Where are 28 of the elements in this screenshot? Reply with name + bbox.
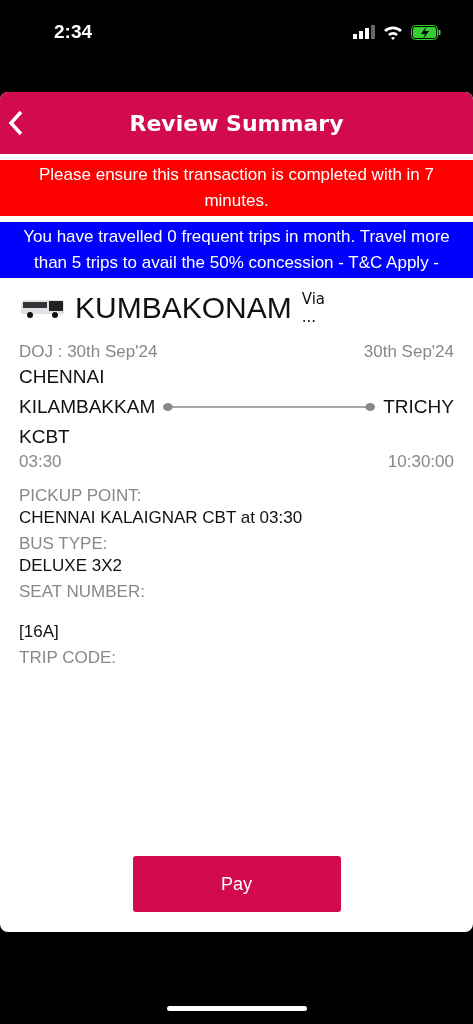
- destination-city: TRICHY: [383, 395, 454, 419]
- bus-icon: [19, 297, 65, 319]
- status-time: 2:34: [54, 21, 93, 43]
- origin-name: KCBT: [19, 425, 71, 449]
- departure-time: 03:30: [19, 452, 62, 472]
- alert-banner: Please ensure this transaction is completed with in 7 minutes.: [0, 160, 473, 216]
- via-label: Via: [301, 290, 325, 308]
- detail-value: CHENNAI KALAIGNAR CBT at 03:30: [19, 508, 304, 528]
- detail-value: DELUXE 3X2: [19, 556, 123, 576]
- detail-label: BUS TYPE:: [19, 534, 109, 554]
- detail-label: TRIP CODE:: [19, 648, 117, 668]
- via-more: ...: [301, 308, 317, 326]
- screen-title: Review Summary: [129, 110, 344, 136]
- journey-date: DOJ : 30th Sep'24: [19, 342, 158, 362]
- signal-icon: [353, 25, 375, 39]
- battery-charging-icon: [411, 24, 441, 40]
- origin-name: CHENNAI: [19, 365, 106, 389]
- detail-label: SEAT NUMBER:: [19, 582, 146, 602]
- arrival-date: 30th Sep'24: [363, 342, 454, 362]
- detail-value: [16A]: [19, 622, 60, 642]
- wifi-icon: [383, 24, 403, 40]
- alert-banner: You have travelled 0 frequent trips in month. Travel more than 5 trips to avail the 50% concession - T&C Apply -: [0, 222, 473, 278]
- origin-name: KILAMBAKKAM: [19, 395, 156, 419]
- detail-label: PICKUP POINT:: [19, 486, 143, 506]
- pay-button[interactable]: Pay: [132, 856, 341, 912]
- back-icon[interactable]: [8, 110, 24, 136]
- destination-name: KUMBAKONAM: [75, 291, 292, 325]
- arrival-time: 10:30:00: [387, 452, 454, 472]
